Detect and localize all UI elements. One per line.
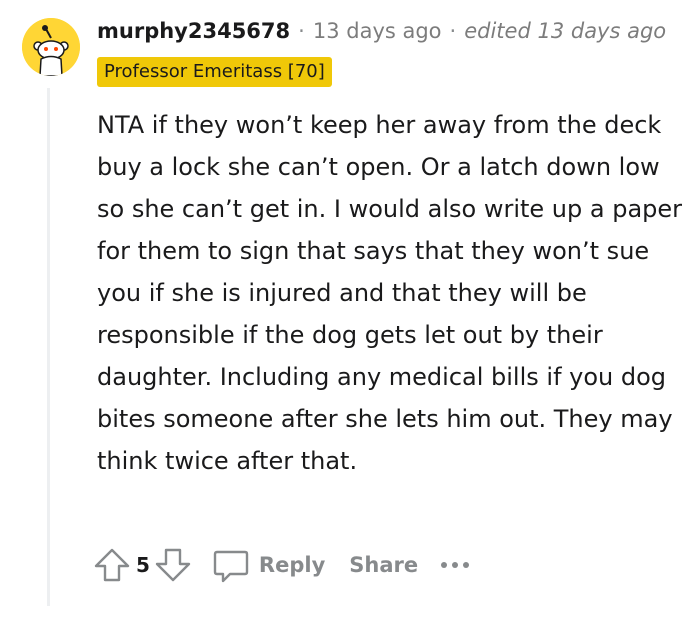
comment-actions: 5 Reply Share — [92, 543, 474, 587]
meta-separator: · — [449, 19, 457, 43]
author-username[interactable]: murphy2345678 — [97, 19, 290, 43]
speech-bubble-icon — [211, 545, 251, 585]
share-label: Share — [349, 553, 419, 577]
thread-line[interactable] — [47, 88, 50, 606]
snoo-avatar-icon — [22, 18, 80, 76]
reply-button[interactable]: Reply — [211, 545, 325, 585]
vote-score: 5 — [136, 553, 150, 577]
meta-separator: · — [298, 19, 305, 43]
avatar[interactable] — [22, 18, 80, 76]
share-button[interactable]: Share — [349, 553, 418, 577]
edited-timestamp: edited 13 days ago — [464, 19, 667, 43]
comment-timestamp[interactable]: 13 days ago — [313, 19, 442, 43]
comment: murphy2345678 · 13 days ago · edited 13 … — [0, 0, 700, 622]
comment-meta: murphy2345678 · 13 days ago · edited 13 … — [97, 14, 666, 48]
reply-label: Reply — [258, 553, 326, 577]
user-flair: Professor Emeritass [70] — [97, 57, 332, 87]
upvote-arrow-icon[interactable] — [92, 545, 132, 585]
downvote-arrow-icon[interactable] — [153, 545, 193, 585]
comment-body: NTA if they won’t keep her away from the… — [97, 111, 683, 475]
more-options-icon[interactable] — [438, 545, 474, 585]
